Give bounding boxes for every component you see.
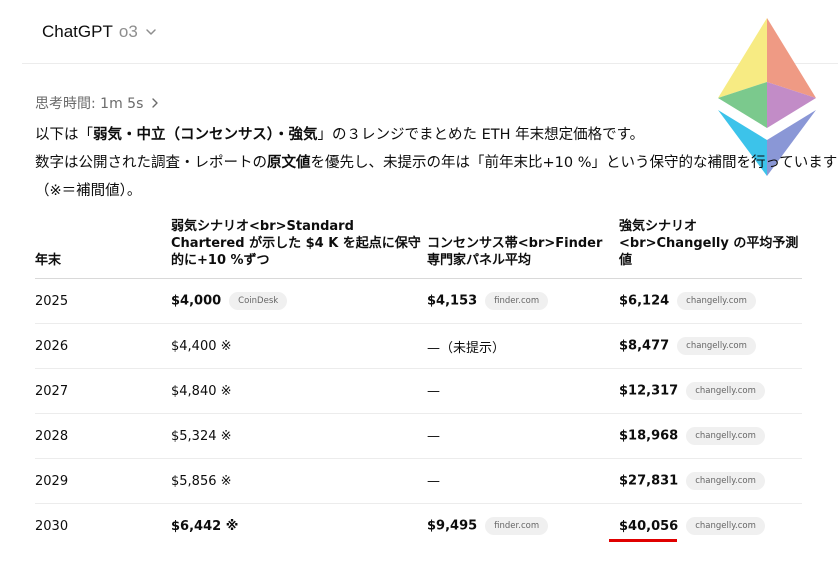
- intro-emphasis: 弱気・中立（コンセンサス）・強気: [93, 127, 318, 143]
- table-row: 2027 $4,840 ※ — $12,317 changelly.com: [35, 368, 802, 414]
- table-row: 2030 $6,442 ※ $9,495 finder.com $40,056 ch…: [35, 504, 802, 549]
- consensus-value: $4,153: [427, 293, 478, 309]
- source-badge[interactable]: finder.com: [485, 517, 549, 536]
- cell-consensus: —（未提示）: [427, 323, 619, 369]
- intro-line-3: （※＝補間値）。: [35, 178, 141, 204]
- eth-price-table: 年末 弱気シナリオ<br>Standard Chartered が示した $4 …: [35, 218, 802, 549]
- source-badge[interactable]: changelly.com: [686, 472, 765, 490]
- red-underline-annotation: [609, 538, 677, 542]
- cell-bull: $8,477 changelly.com: [619, 323, 802, 369]
- chevron-right-icon: [152, 98, 159, 108]
- cell-year: 2029: [35, 458, 171, 504]
- cell-bear: $4,000 CoinDesk: [171, 278, 427, 324]
- cell-year: 2026: [35, 323, 171, 369]
- cell-bull: $6,124 changelly.com: [619, 278, 802, 324]
- source-badge[interactable]: CoinDesk: [229, 292, 288, 310]
- cell-consensus: —: [427, 413, 619, 459]
- cell-year: 2028: [35, 413, 171, 459]
- bear-value: $6,442 ※: [171, 518, 239, 534]
- intro-emphasis: 原文値: [267, 155, 311, 171]
- bear-value: $5,324 ※: [171, 428, 232, 444]
- cell-bear: $5,856 ※: [171, 458, 427, 504]
- cell-consensus: $9,495 finder.com: [427, 504, 619, 549]
- consensus-value: —: [427, 428, 440, 444]
- consensus-value: —（未提示）: [427, 340, 506, 356]
- thinking-time-label: 思考時間: 1m 5s: [35, 96, 144, 112]
- cell-bull: $27,831 changelly.com: [619, 458, 802, 504]
- table-row: 2025 $4,000 CoinDesk $4,153 finder.com $6,…: [35, 278, 802, 324]
- cell-year: 2025: [35, 278, 171, 324]
- header-bear: 弱気シナリオ<br>Standard Chartered が示した $4 K を…: [171, 218, 427, 279]
- intro-text: 数字は公開された調査・レポートの: [35, 155, 267, 171]
- bull-value: $40,056: [619, 518, 679, 534]
- intro-text: 以下は「: [35, 127, 93, 143]
- bear-value: $4,000: [171, 293, 222, 309]
- cell-consensus: $4,153 finder.com: [427, 278, 619, 324]
- model-name: ChatGPT: [42, 22, 113, 41]
- bear-value: $4,400 ※: [171, 338, 232, 354]
- cell-bear: $5,324 ※: [171, 413, 427, 459]
- source-badge[interactable]: changelly.com: [677, 337, 756, 355]
- header-year: 年末: [35, 218, 171, 279]
- cell-bear: $4,840 ※: [171, 368, 427, 414]
- source-badge[interactable]: changelly.com: [686, 427, 765, 445]
- bull-value: $27,831: [619, 473, 679, 489]
- table-row: 2029 $5,856 ※ — $27,831 changelly.com: [35, 458, 802, 504]
- consensus-value: $9,495: [427, 518, 478, 534]
- intro-text: を優先し、未提示の年は「前年末比+10 %」という保守的な補間を行っています: [310, 155, 838, 171]
- cell-bull: $40,056 changelly.com: [609, 504, 802, 549]
- cell-consensus: —: [427, 368, 619, 414]
- source-badge[interactable]: finder.com: [485, 292, 549, 310]
- model-selector[interactable]: ChatGPT o3: [42, 22, 158, 42]
- model-variant: o3: [118, 22, 138, 41]
- cell-bear: $4,400 ※: [171, 323, 427, 369]
- cell-consensus: —: [427, 458, 619, 504]
- bull-value: $12,317: [619, 383, 679, 399]
- thinking-time-toggle[interactable]: 思考時間: 1m 5s: [35, 93, 161, 113]
- cell-year: 2030: [35, 518, 69, 534]
- chevron-down-icon: [146, 29, 156, 35]
- header-bull: 強気シナリオ<br>Changelly の平均予測値: [619, 218, 802, 279]
- table-row: 2026 $4,400 ※ —（未提示） $8,477 changelly.com: [35, 323, 802, 369]
- bear-value: $5,856 ※: [171, 473, 232, 489]
- cell-bull: $18,968 changelly.com: [619, 413, 802, 459]
- source-badge[interactable]: changelly.com: [686, 382, 765, 400]
- header-consensus: コンセンサス帯<br>Finder 専門家パネル平均: [427, 218, 619, 279]
- cell-bear: $6,442 ※: [171, 504, 427, 549]
- bull-value: $8,477: [619, 338, 670, 354]
- bull-value: $6,124: [619, 293, 670, 309]
- intro-line-2: 数字は公開された調査・レポートの原文値を優先し、未提示の年は「前年末比+10 %…: [35, 150, 837, 176]
- table-row: 2028 $5,324 ※ — $18,968 changelly.com: [35, 413, 802, 459]
- cell-bull: $12,317 changelly.com: [619, 368, 802, 414]
- intro-text: （※＝補間値）。: [35, 183, 142, 199]
- table-header-row: 年末 弱気シナリオ<br>Standard Chartered が示した $4 …: [35, 218, 802, 279]
- highlighted-value: $40,056: [609, 518, 679, 542]
- consensus-value: —: [427, 473, 440, 489]
- intro-text: 」の３レンジでまとめた ETH 年末想定価格です。: [317, 127, 645, 143]
- consensus-value: —: [427, 383, 440, 399]
- bull-value: $18,968: [619, 428, 679, 444]
- bear-value: $4,840 ※: [171, 383, 232, 399]
- cell-year: 2027: [35, 368, 171, 414]
- intro-line-1: 以下は「弱気・中立（コンセンサス）・強気」の３レンジでまとめた ETH 年末想定…: [35, 122, 644, 148]
- source-badge[interactable]: changelly.com: [686, 517, 765, 536]
- source-badge[interactable]: changelly.com: [677, 292, 756, 310]
